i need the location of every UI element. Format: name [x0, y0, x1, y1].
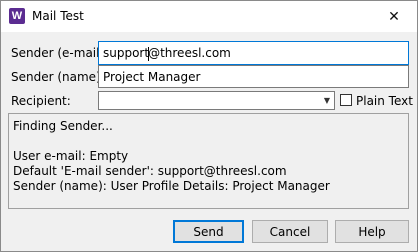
- sender-email-field[interactable]: support@threesl.com: [98, 41, 409, 65]
- log-line: Default 'E-mail sender': support@threesl…: [13, 164, 287, 178]
- sender-email-label: Sender (e-mail):: [11, 46, 109, 60]
- plain-text-checkbox[interactable]: [340, 94, 352, 106]
- sender-name-field[interactable]: Project Manager: [98, 65, 409, 88]
- app-icon: W: [9, 8, 25, 24]
- log-line: Finding Sender...: [13, 119, 113, 133]
- send-button[interactable]: Send: [173, 220, 244, 243]
- cancel-button[interactable]: Cancel: [252, 220, 328, 243]
- chevron-down-icon[interactable]: ▼: [324, 92, 330, 109]
- plain-text-label[interactable]: Plain Text: [356, 94, 413, 108]
- recipient-dropdown[interactable]: ▼: [98, 91, 335, 110]
- log-line: Sender (name): User Profile Details: Pro…: [13, 179, 330, 193]
- log-output[interactable]: Finding Sender... User e-mail: Empty Def…: [8, 113, 409, 209]
- mail-test-dialog: W Mail Test ✕ Sender (e-mail): support@t…: [0, 0, 418, 252]
- log-line: User e-mail: Empty: [13, 149, 129, 163]
- recipient-label: Recipient:: [11, 94, 71, 108]
- sender-name-label: Sender (name):: [11, 70, 105, 84]
- close-icon[interactable]: ✕: [371, 1, 417, 32]
- sender-email-value-part1: support: [103, 46, 150, 60]
- sender-email-value-part2: @threesl.com: [148, 46, 231, 60]
- sender-name-value: Project Manager: [103, 70, 201, 84]
- help-button[interactable]: Help: [335, 220, 409, 243]
- window-title: Mail Test: [32, 9, 84, 23]
- title-bar[interactable]: W Mail Test ✕: [1, 1, 417, 32]
